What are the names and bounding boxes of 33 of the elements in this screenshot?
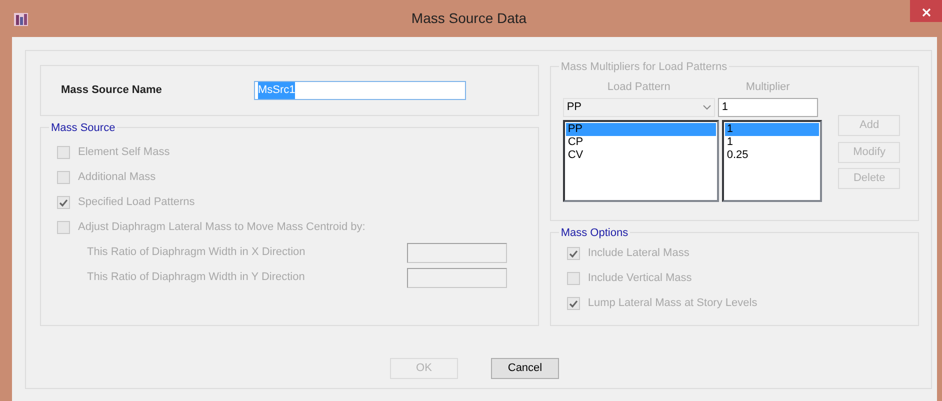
list-item[interactable]: CP — [566, 136, 716, 149]
group-title: Mass Multipliers for Load Patterns — [558, 59, 730, 76]
checkbox-label: Additional Mass — [78, 170, 156, 186]
multiplier-field[interactable]: 1 — [718, 98, 818, 117]
list-item[interactable]: PP — [566, 122, 716, 136]
list-item[interactable]: 1 — [724, 122, 819, 136]
dialog-button[interactable]: Cancel — [491, 358, 559, 379]
ratio-field[interactable] — [407, 242, 507, 262]
field-label: This Ratio of Diaphragm Width in X Direction — [87, 245, 306, 260]
checkbox-label: Include Vertical Mass — [588, 271, 692, 286]
checkbox-label: Element Self Mass — [78, 145, 170, 160]
list-item[interactable]: 0.25 — [724, 148, 819, 162]
chevron-icon — [702, 105, 711, 110]
close-icon — [922, 8, 930, 17]
close-button[interactable] — [910, 0, 942, 22]
list-item[interactable]: CV — [566, 148, 716, 162]
list-item[interactable]: 1 — [724, 136, 819, 149]
column-header: Multiplier — [744, 80, 791, 95]
checkbox-label: Specified Load Patterns — [78, 195, 195, 210]
window-title: Mass Source Data — [410, 9, 528, 28]
checkbox-label: Include Lateral Mass — [588, 246, 690, 262]
field-label: This Ratio of Diaphragm Width in Y Direction — [87, 270, 306, 286]
group-title: Mass Options — [558, 225, 630, 242]
checkbox-label: Adjust Diaphragm Lateral Mass to Move Mass Centroid by: — [78, 220, 366, 236]
ratio-field[interactable] — [407, 268, 507, 288]
app-icon — [14, 12, 28, 26]
dropdown-value: PP — [566, 100, 582, 116]
field-label: Mass Source Name — [61, 83, 163, 98]
load-pattern-dropdown[interactable]: PP — [562, 98, 715, 117]
field-value: MsSrc1 — [258, 82, 296, 99]
column-header: Load Pattern — [606, 80, 672, 95]
field-value: 1 — [722, 100, 728, 116]
checkbox-label: Lump Lateral Mass at Story Levels — [588, 296, 758, 312]
